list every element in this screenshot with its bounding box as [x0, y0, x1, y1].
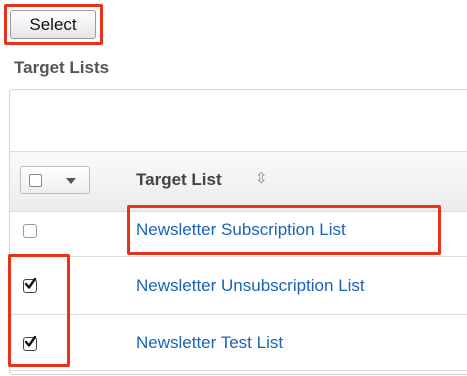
divider [10, 370, 467, 371]
column-header-target-list[interactable]: Target List [136, 170, 222, 190]
row-checkbox[interactable] [23, 224, 37, 238]
target-list-link[interactable]: Newsletter Test List [136, 333, 283, 353]
chevron-down-icon[interactable] [66, 178, 76, 184]
select-all-checkbox[interactable] [29, 174, 42, 187]
select-button[interactable]: Select [10, 10, 96, 39]
target-list-link[interactable]: Newsletter Unsubscription List [136, 276, 365, 296]
checkbox-highlight [8, 254, 70, 367]
divider [10, 151, 467, 152]
mass-select-dropdown[interactable] [20, 166, 90, 194]
section-title: Target Lists [14, 58, 110, 77]
divider [10, 314, 467, 315]
sort-icon[interactable]: ⇳ [255, 169, 268, 187]
row-highlight [127, 205, 441, 255]
divider [10, 256, 467, 257]
